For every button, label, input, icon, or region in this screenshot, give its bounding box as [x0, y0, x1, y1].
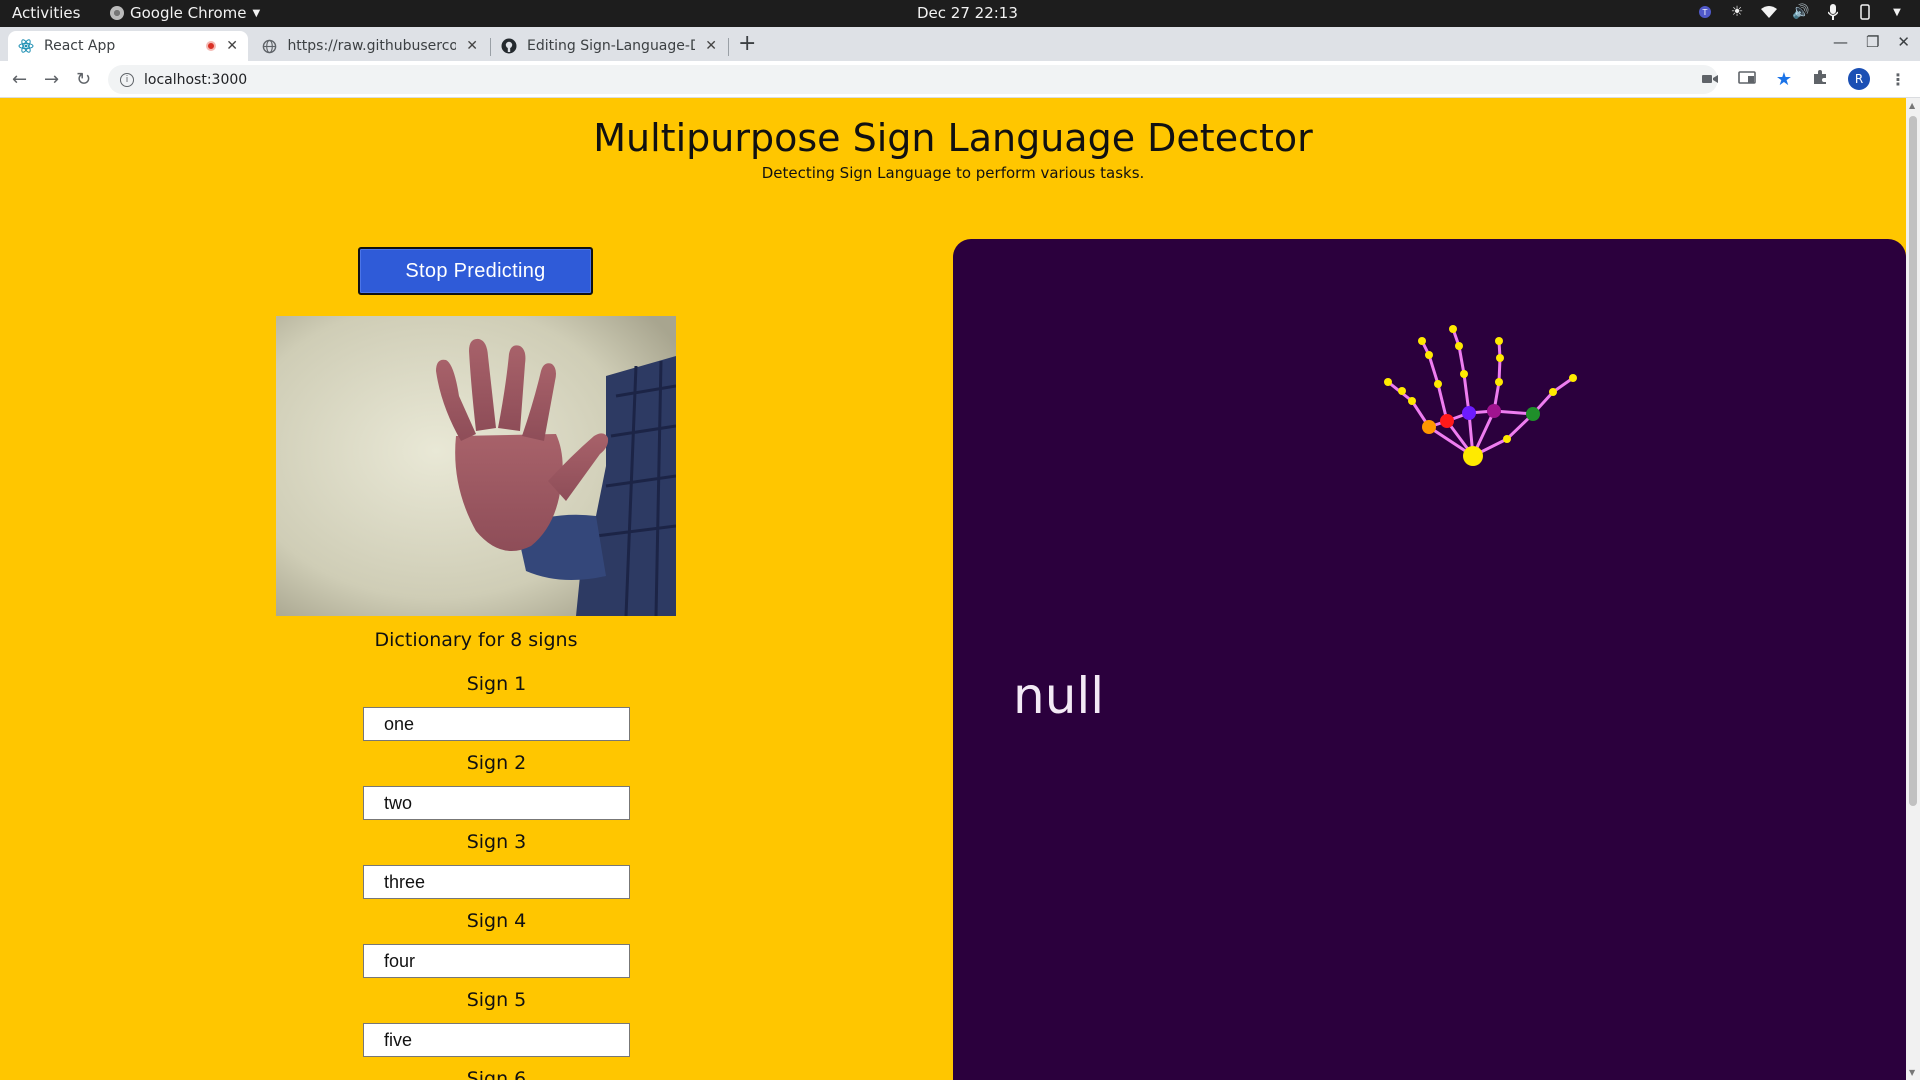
tab-separator: [728, 38, 729, 56]
webcam-feed: [276, 316, 676, 616]
app-menu[interactable]: Google Chrome ▼: [110, 4, 260, 22]
tab-title: React App: [44, 38, 116, 54]
page-subtitle: Detecting Sign Language to perform vario…: [761, 164, 1145, 182]
close-window-icon[interactable]: ✕: [1897, 33, 1910, 51]
sign-3-input[interactable]: [363, 865, 630, 899]
sign-4-input[interactable]: [363, 944, 630, 978]
site-info-icon[interactable]: i: [120, 72, 134, 87]
page-content: Multipurpose Sign Language Detector Dete…: [0, 98, 1906, 1080]
more-menu-icon[interactable]: ⋮: [1890, 70, 1906, 89]
tab-react-app[interactable]: React App ✕: [8, 31, 248, 61]
sign-5-input[interactable]: [363, 1023, 630, 1057]
page-title: Multipurpose Sign Language Detector: [593, 116, 1313, 160]
teams-icon[interactable]: T: [1696, 3, 1714, 21]
forward-icon[interactable]: →: [44, 69, 59, 90]
url-text[interactable]: localhost:3000: [144, 72, 247, 88]
toolbar-actions: ★ R ⋮: [1701, 68, 1906, 90]
sign-2-label: Sign 2: [466, 752, 527, 774]
sign-4-label: Sign 4: [466, 910, 527, 932]
restore-icon[interactable]: ❐: [1866, 33, 1879, 51]
browser-toolbar: ← → ↻ i localhost:3000 ★ R ⋮: [0, 61, 1920, 98]
system-tray[interactable]: T ☀ 🔊 ▼: [1696, 3, 1906, 21]
device-icon[interactable]: [1856, 3, 1874, 21]
tab-title: https://raw.githubuserco: [287, 38, 457, 54]
window-controls: — ❐ ✕: [1833, 33, 1910, 51]
back-icon[interactable]: ←: [12, 69, 27, 90]
globe-icon: [262, 38, 277, 54]
activities-button[interactable]: Activities: [12, 4, 80, 22]
svg-text:T: T: [1702, 8, 1708, 17]
sign-5-label: Sign 5: [466, 989, 527, 1011]
chrome-icon: [110, 6, 124, 20]
hand-landmarks: [1384, 325, 1577, 466]
brightness-icon[interactable]: ☀: [1728, 3, 1746, 21]
minimize-icon[interactable]: —: [1833, 33, 1848, 51]
close-tab-icon[interactable]: ✕: [466, 38, 478, 54]
system-top-bar: Activities Google Chrome ▼ Dec 27 22:13 …: [0, 0, 1920, 27]
tab-raw-github[interactable]: https://raw.githubuserco ✕: [252, 31, 488, 61]
stop-predicting-button[interactable]: Stop Predicting: [358, 247, 593, 295]
clock[interactable]: Dec 27 22:13: [917, 4, 1018, 22]
tab-editing-github[interactable]: Editing Sign-Language-De ✕: [491, 31, 727, 61]
profile-avatar[interactable]: R: [1848, 68, 1870, 90]
prediction-text: null: [1013, 667, 1105, 725]
recording-indicator-icon: [206, 41, 217, 51]
bookmark-star-icon[interactable]: ★: [1776, 69, 1792, 90]
page-scrollbar[interactable]: ▲ ▼: [1906, 98, 1920, 1080]
prediction-canvas: null: [953, 239, 1906, 1080]
sign-6-label: Sign 6: [466, 1068, 527, 1080]
wifi-icon[interactable]: [1760, 3, 1778, 21]
close-tab-icon[interactable]: ✕: [226, 38, 238, 54]
new-tab-button[interactable]: +: [738, 31, 756, 56]
reload-icon[interactable]: ↻: [76, 69, 91, 90]
extensions-icon[interactable]: [1812, 69, 1828, 89]
dictionary-title: Dictionary for 8 signs: [374, 629, 578, 651]
app-name: Google Chrome: [130, 4, 247, 22]
tab-strip: React App ✕ https://raw.githubuserco ✕ E…: [0, 27, 1920, 61]
scroll-up-icon[interactable]: ▲: [1909, 101, 1915, 110]
caret-down-icon: ▼: [252, 7, 261, 19]
github-icon: [501, 38, 517, 54]
chevron-down-icon[interactable]: ▼: [1888, 3, 1906, 21]
microphone-icon[interactable]: [1824, 3, 1842, 21]
sign-2-input[interactable]: [363, 786, 630, 820]
sign-1-input[interactable]: [363, 707, 630, 741]
cast-icon[interactable]: [1738, 70, 1756, 89]
sign-3-label: Sign 3: [466, 831, 527, 853]
scrollbar-thumb[interactable]: [1909, 116, 1917, 806]
camera-in-use-icon[interactable]: [1701, 70, 1718, 89]
volume-icon[interactable]: 🔊: [1792, 3, 1810, 21]
react-icon: [18, 38, 34, 54]
scroll-down-icon[interactable]: ▼: [1909, 1068, 1915, 1077]
tab-title: Editing Sign-Language-De: [527, 38, 696, 54]
address-bar[interactable]: i localhost:3000: [108, 65, 1718, 94]
close-tab-icon[interactable]: ✕: [705, 38, 717, 54]
sign-1-label: Sign 1: [466, 673, 527, 695]
